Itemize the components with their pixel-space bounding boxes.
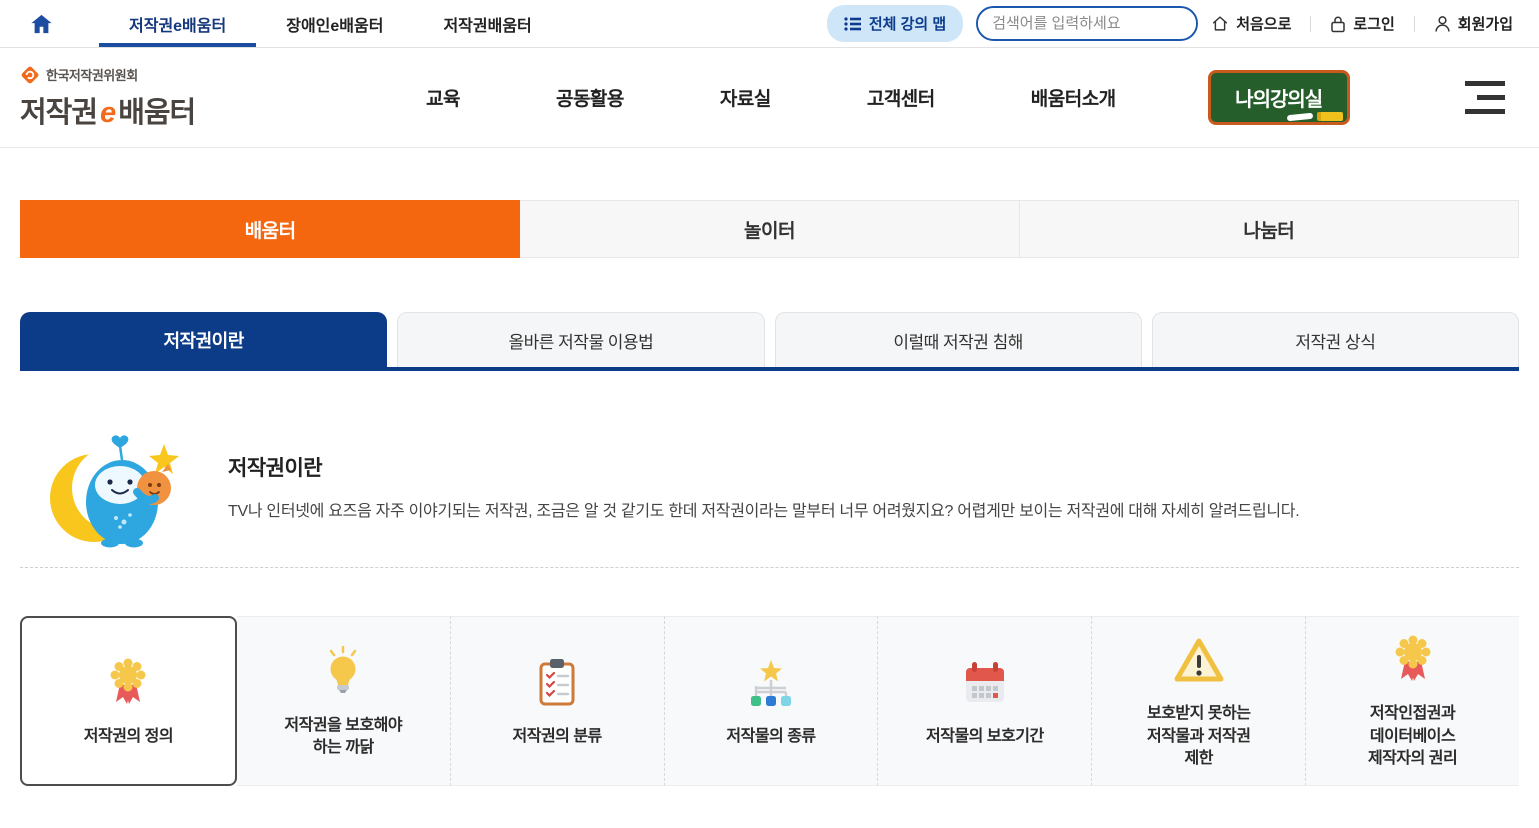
medal-icon [1391,631,1435,683]
intro-section: 저작권이란 TV나 인터넷에 요즈음 자주 이야기되는 저작권, 조금은 알 것… [20,423,1519,555]
card-work-types[interactable]: 저작물의 종류 [665,616,879,786]
login-label: 로그인 [1353,13,1394,34]
topic-tabs: 저작권이란 올바른 저작물 이용법 이럴때 저작권 침해 저작권 상식 [20,312,1519,371]
logo-title: 저작권e배움터 [20,89,230,131]
home-icon [30,13,53,35]
eraser-icon [1317,112,1343,121]
lightbulb-icon [323,643,363,695]
go-home-link[interactable]: 처음으로 [1211,13,1291,34]
logo-word-1: 저작권 [20,97,97,129]
person-icon [1434,15,1451,33]
clipboard-icon [538,654,576,706]
nav-customer-center[interactable]: 고객센터 [867,84,935,111]
card-copyright-definition[interactable]: 저작권의 정의 [20,616,237,786]
card-neighboring-rights[interactable]: 저작인접권과 데이터베이스 제작자의 권리 [1306,616,1519,786]
intro-title: 저작권이란 [228,452,1299,482]
hamburger-icon [1477,95,1505,100]
card-copyright-classification[interactable]: 저작권의 분류 [451,616,665,786]
nav-resources[interactable]: 자료실 [720,84,771,111]
top-utility-bar: 저작권e배움터 장애인e배움터 저작권배움터 전체 강의 맵 처음 [0,0,1539,48]
search-box [976,6,1198,41]
divider [1310,16,1311,32]
intro-description: TV나 인터넷에 요즈음 자주 이야기되는 저작권, 조금은 알 것 같기도 한… [228,497,1299,521]
tab-baeumteo[interactable]: 배움터 [20,200,520,258]
tab-common-sense[interactable]: 저작권 상식 [1152,312,1519,367]
signup-link[interactable]: 회원가입 [1434,13,1513,34]
hamburger-icon [1465,109,1505,114]
lock-icon [1330,15,1346,33]
site-tab-disabled-e[interactable]: 장애인e배움터 [256,0,413,47]
card-label: 저작인접권과 데이터베이스 제작자의 권리 [1368,703,1457,770]
card-label: 저작물의 보호기간 [926,726,1044,748]
site-tab-copyright-e[interactable]: 저작권e배움터 [99,0,256,47]
logo-org-row: 한국저작권위원회 [20,65,230,85]
search-input[interactable] [978,15,1198,32]
divider [1414,16,1415,32]
nav-about[interactable]: 배움터소개 [1031,84,1116,111]
medal-icon [106,654,150,706]
my-classroom-button[interactable]: 나의강의실 [1208,70,1350,125]
card-label: 저작물의 종류 [726,726,815,748]
topic-card-list: 저작권의 정의 저작권을 보호해야 하는 까닭 [20,616,1519,786]
menu-button[interactable] [1465,81,1505,114]
logo-word-e: e [97,97,118,129]
hamburger-icon [1465,81,1505,86]
card-label: 저작권을 보호해야 하는 까닭 [284,715,402,760]
intro-text: 저작권이란 TV나 인터넷에 요즈음 자주 이야기되는 저작권, 조금은 알 것… [228,452,1299,527]
section-tabs: 배움터 놀이터 나눔터 [20,200,1519,258]
card-protection-period[interactable]: 저작물의 보호기간 [878,616,1092,786]
course-map-button[interactable]: 전체 강의 맵 [827,5,963,42]
hierarchy-icon [747,654,795,706]
section-divider [20,567,1519,568]
main-navigation: 교육 공동활용 자료실 고객센터 배움터소개 [426,84,1116,111]
login-link[interactable]: 로그인 [1330,13,1394,34]
site-tab-copyright[interactable]: 저작권배움터 [413,0,561,47]
site-logo[interactable]: 한국저작권위원회 저작권e배움터 [20,65,230,131]
logo-org-name: 한국저작권위원회 [46,65,138,84]
tab-what-is-copyright[interactable]: 저작권이란 [20,312,387,367]
topbar-utilities: 전체 강의 맵 처음으로 로그인 [827,0,1513,47]
nav-shared-use[interactable]: 공동활용 [556,84,624,111]
site-header: 한국저작권위원회 저작권e배움터 교육 공동활용 자료실 고객센터 배움터소개 … [0,48,1539,148]
warning-icon [1173,631,1225,683]
card-unprotected-works[interactable]: 보호받지 못하는 저작물과 저작권 제한 [1092,616,1306,786]
home-button[interactable] [30,0,53,47]
calendar-icon [962,654,1008,706]
signup-label: 회원가입 [1458,13,1513,34]
site-switcher: 저작권e배움터 장애인e배움터 저작권배움터 [99,0,562,47]
chalk-icon [1286,113,1312,122]
house-outline-icon [1211,15,1229,32]
card-why-protect[interactable]: 저작권을 보호해야 하는 까닭 [237,616,451,786]
tab-proper-use[interactable]: 올바른 저작물 이용법 [397,312,764,367]
go-home-label: 처음으로 [1236,13,1291,34]
my-classroom-label: 나의강의실 [1235,89,1322,111]
card-label: 보호받지 못하는 저작물과 저작권 제한 [1147,703,1251,770]
logo-word-2: 배움터 [118,97,195,129]
card-label: 저작권의 분류 [513,726,602,748]
nav-education[interactable]: 교육 [426,84,460,111]
card-label: 저작권의 정의 [84,726,173,748]
tab-nanumteo[interactable]: 나눔터 [1020,200,1519,258]
kcc-logo-icon [20,65,40,85]
tab-infringement[interactable]: 이럴때 저작권 침해 [775,312,1142,367]
tab-noriteo[interactable]: 놀이터 [520,200,1019,258]
list-icon [844,17,861,31]
course-map-label: 전체 강의 맵 [869,13,946,34]
mascot-image [42,430,188,548]
